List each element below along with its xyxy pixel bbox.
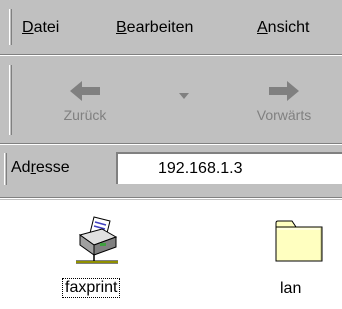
- menu-bearbeiten[interactable]: Bearbeiten: [116, 19, 193, 37]
- arrow-left-icon: [70, 81, 100, 101]
- menu-ansicht-label: nsicht: [267, 19, 310, 36]
- toolbar-grip[interactable]: [9, 65, 12, 135]
- chevron-down-icon[interactable]: [179, 93, 189, 99]
- menu-datei-label: atei: [33, 19, 60, 36]
- address-input[interactable]: 192.168.1.3: [116, 152, 342, 184]
- folder-icon: [275, 220, 323, 262]
- menu-ansicht[interactable]: Ansicht: [257, 19, 309, 37]
- item-faxprint-label[interactable]: faxprint: [62, 278, 121, 298]
- item-faxprint[interactable]: faxprint: [62, 215, 132, 305]
- folder-view[interactable]: faxprint lan: [0, 200, 342, 309]
- toolbar: Zurück Vorwärts: [0, 55, 342, 144]
- menu-datei[interactable]: Datei: [22, 19, 59, 37]
- item-lan-label[interactable]: lan: [280, 280, 301, 298]
- explorer-chrome: Datei Bearbeiten Ansicht Zurück Vorwärts: [0, 0, 342, 200]
- address-content-separator: [0, 197, 342, 199]
- address-label-part2: esse: [35, 159, 70, 176]
- address-value: 192.168.1.3: [158, 160, 243, 177]
- back-button[interactable]: Zurück: [30, 55, 140, 144]
- menu-datei-mnemonic: D: [22, 19, 34, 36]
- item-lan[interactable]: lan: [262, 215, 332, 305]
- address-bar-grip[interactable]: [4, 153, 7, 185]
- address-bar: Adresse 192.168.1.3: [0, 145, 342, 197]
- menu-bearbeiten-mnemonic: B: [116, 19, 127, 36]
- forward-button[interactable]: Vorwärts: [226, 55, 342, 144]
- menu-bar-grip[interactable]: [9, 9, 12, 45]
- menu-bearbeiten-label: earbeiten: [126, 19, 194, 36]
- menu-ansicht-mnemonic: A: [257, 19, 268, 36]
- address-label: Adresse: [11, 159, 70, 177]
- menu-bar: Datei Bearbeiten Ansicht: [0, 0, 342, 55]
- network-printer-icon: [76, 216, 118, 264]
- arrow-right-icon: [269, 81, 299, 101]
- back-button-label: Zurück: [63, 107, 107, 123]
- address-label-part1: Ad: [11, 159, 31, 176]
- forward-button-label: Vorwärts: [256, 107, 312, 123]
